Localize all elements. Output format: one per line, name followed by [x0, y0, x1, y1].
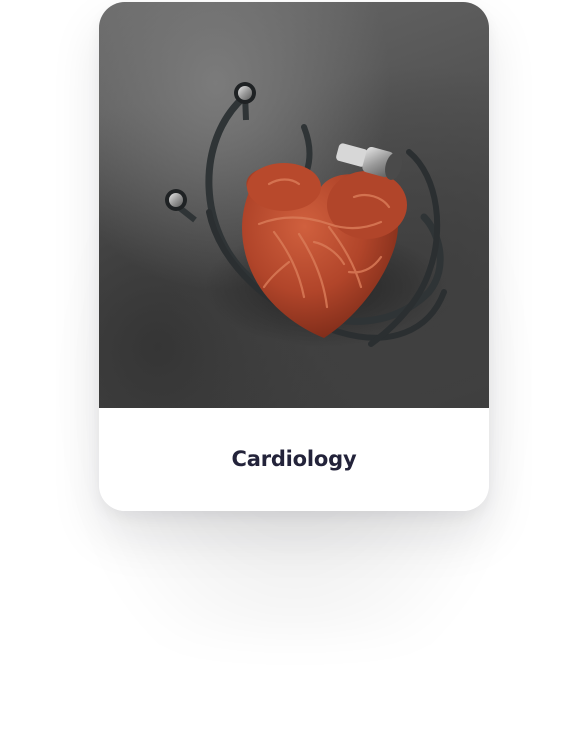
heart-with-stethoscope-icon	[165, 82, 447, 347]
card-title[interactable]: Cardiology	[232, 447, 357, 471]
page: Cardiology	[0, 0, 588, 735]
specialty-card-cardiology[interactable]: Cardiology	[99, 2, 489, 511]
card-footer: Cardiology	[99, 408, 489, 511]
card-image	[99, 2, 489, 408]
